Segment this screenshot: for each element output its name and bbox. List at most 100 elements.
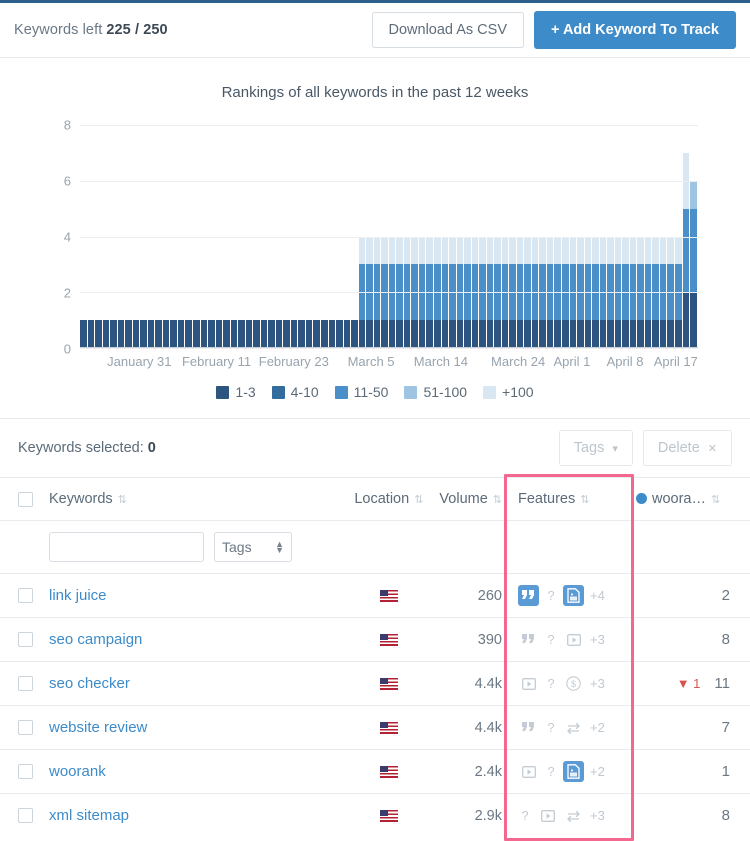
keyword-link[interactable]: seo campaign [49, 631, 142, 648]
column-header-keywords[interactable]: Keywords⇅ [41, 478, 346, 521]
column-header-site[interactable]: woora…⇅ [628, 478, 750, 521]
chart-legend-item[interactable]: 11-50 [335, 384, 389, 400]
volume-cell: 390 [431, 618, 510, 662]
question-icon[interactable]: ? [544, 588, 558, 603]
row-select-checkbox[interactable] [18, 808, 33, 823]
delete-bulk-button[interactable]: Delete ✕ [643, 430, 732, 466]
chart-bar-segment [464, 237, 471, 265]
swap-icon[interactable] [563, 805, 584, 826]
chart-legend-item[interactable]: 51-100 [404, 384, 467, 400]
table-row[interactable]: website review4.4k?+27 [0, 706, 750, 750]
sort-icon: ⇅ [580, 494, 589, 506]
chart-title: Rankings of all keywords in the past 12 … [0, 84, 750, 101]
question-icon[interactable]: ? [518, 808, 532, 823]
quote-icon[interactable] [518, 585, 539, 606]
keywords-table: Keywords⇅ Location⇅ Volume⇅ Features⇅ wo… [0, 477, 750, 837]
features-more-count[interactable]: +4 [590, 588, 605, 603]
volume-cell: 2.4k [431, 750, 510, 794]
quote-icon[interactable] [518, 717, 539, 738]
row-select-checkbox[interactable] [18, 676, 33, 691]
video-icon[interactable] [563, 629, 584, 650]
chart-bar-segment [630, 320, 637, 348]
features-more-count[interactable]: +3 [590, 808, 605, 823]
keyword-link[interactable]: seo checker [49, 675, 130, 692]
select-all-checkbox[interactable] [18, 492, 33, 507]
table-row[interactable]: woorank2.4k?+21 [0, 750, 750, 794]
chart-gridline: 2 [80, 292, 698, 293]
chart-bar-segment [502, 320, 509, 348]
video-icon[interactable] [537, 805, 558, 826]
question-icon[interactable]: ? [544, 676, 558, 691]
table-row[interactable]: xml sitemap2.9k?+38 [0, 794, 750, 838]
chart-bar-segment [562, 237, 569, 265]
image-doc-icon[interactable] [563, 585, 584, 606]
chart-legend-item[interactable]: 1-3 [216, 384, 255, 400]
site-rank-cell: 8 [628, 794, 750, 838]
row-select-checkbox[interactable] [18, 632, 33, 647]
delete-bulk-label: Delete [658, 440, 700, 456]
features-cell: ? +4 [510, 574, 628, 618]
add-keyword-button[interactable]: + Add Keyword To Track [534, 11, 736, 49]
chart-x-axis-labels: January 31February 11February 23March 5M… [80, 354, 698, 374]
chart-bar-segment [652, 237, 659, 265]
features-more-count[interactable]: +3 [590, 632, 605, 647]
features-more-count[interactable]: +3 [590, 676, 605, 691]
table-row[interactable]: seo checker4.4k?$+3▼ 111 [0, 662, 750, 706]
chart-legend-item[interactable]: +100 [483, 384, 534, 400]
row-select-checkbox[interactable] [18, 720, 33, 735]
location-cell [346, 706, 431, 750]
chart-bar-segment [381, 320, 388, 348]
chart-bar-segment [645, 320, 652, 348]
video-icon[interactable] [518, 761, 539, 782]
rank-value: 7 [722, 719, 730, 736]
filter-cell-empty [0, 521, 41, 574]
feature-icon-group: ? +2 [518, 717, 620, 738]
svg-text:$: $ [571, 679, 576, 689]
chart-legend-item[interactable]: 4-10 [272, 384, 319, 400]
legend-color-swatch [272, 386, 285, 399]
chart-bar-segment [615, 320, 622, 348]
question-icon[interactable]: ? [544, 720, 558, 735]
row-select-cell [0, 706, 41, 750]
chart-x-tick-label: March 5 [348, 354, 395, 369]
legend-label: 11-50 [354, 384, 389, 400]
chart-bar-segment [321, 320, 328, 348]
dollar-icon[interactable]: $ [563, 673, 584, 694]
chart-bar-segment [155, 320, 162, 348]
question-icon[interactable]: ? [544, 632, 558, 647]
chart-bar-segment [524, 237, 531, 265]
chart-bar-segment [524, 320, 531, 348]
chart-x-tick-label: April 8 [607, 354, 644, 369]
toolbar-actions: Download As CSV + Add Keyword To Track [372, 11, 736, 49]
chart-bar-segment [683, 292, 690, 348]
rank-value: 8 [722, 631, 730, 648]
image-doc-icon[interactable] [563, 761, 584, 782]
chart-bar-segment [600, 237, 607, 265]
keyword-link[interactable]: woorank [49, 763, 106, 780]
keywords-selected-text: Keywords selected: 0 [18, 440, 156, 456]
tags-bulk-button[interactable]: Tags ▾ [559, 430, 633, 466]
swap-icon[interactable] [563, 717, 584, 738]
column-header-volume[interactable]: Volume⇅ [431, 478, 510, 521]
keyword-link[interactable]: xml sitemap [49, 807, 129, 824]
features-more-count[interactable]: +2 [590, 764, 605, 779]
table-row[interactable]: link juice260?+42 [0, 574, 750, 618]
table-row[interactable]: seo campaign 390? +3 8 [0, 618, 750, 662]
features-more-count[interactable]: +2 [590, 720, 605, 735]
video-icon[interactable] [518, 673, 539, 694]
row-select-checkbox[interactable] [18, 588, 33, 603]
download-csv-button[interactable]: Download As CSV [372, 12, 524, 48]
tags-filter-select[interactable]: Tags ▲▼ [214, 532, 292, 562]
row-select-checkbox[interactable] [18, 764, 33, 779]
keyword-link[interactable]: website review [49, 719, 147, 736]
column-header-features[interactable]: Features⇅ [510, 478, 628, 521]
us-flag-icon [380, 678, 398, 690]
question-icon[interactable]: ? [544, 764, 558, 779]
column-header-location[interactable]: Location⇅ [346, 478, 431, 521]
chart-bar-segment [690, 292, 697, 348]
quote-icon[interactable] [518, 629, 539, 650]
keyword-search-input[interactable] [49, 532, 204, 562]
chart-bar-segment [645, 237, 652, 265]
chart-bar-segment [216, 320, 223, 348]
keyword-link[interactable]: link juice [49, 587, 107, 604]
